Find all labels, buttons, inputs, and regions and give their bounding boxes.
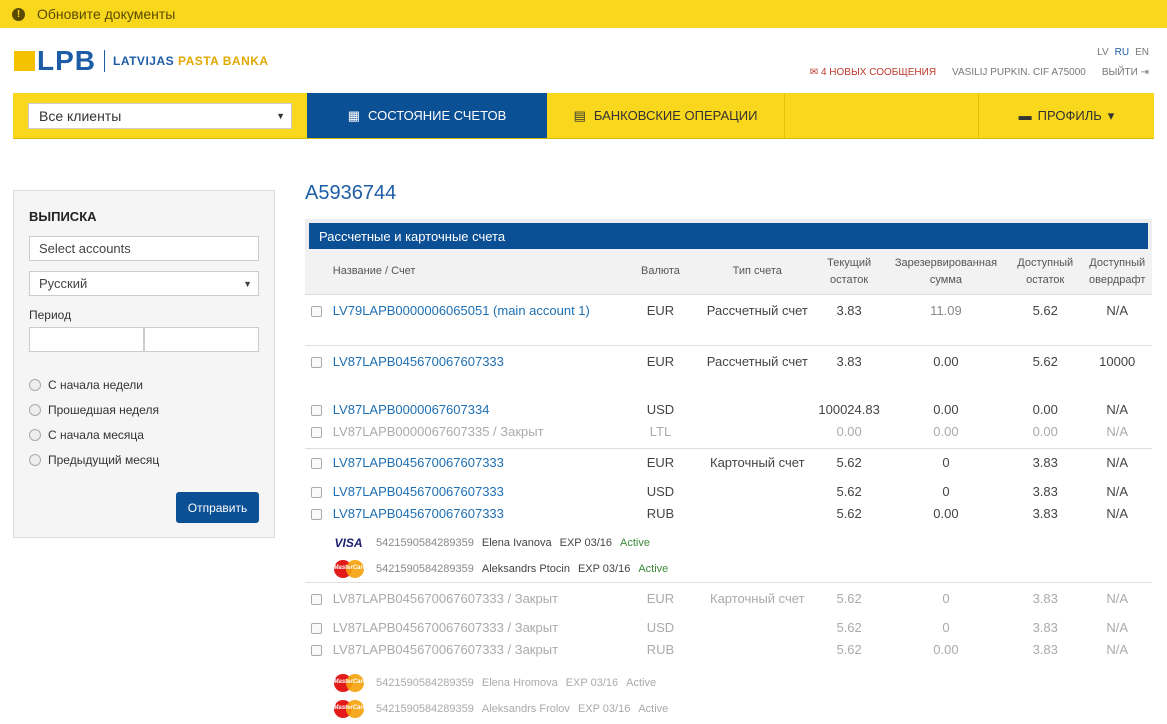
alert-icon: ! xyxy=(12,7,25,21)
card-row: MasterCard 5421590584289359 Aleksandrs Fro… xyxy=(305,696,1152,722)
document-icon: ▤ xyxy=(573,107,586,123)
mastercard-icon: MasterCard xyxy=(333,674,367,692)
account-link[interactable]: LV87LAPB045670067607333 xyxy=(333,482,621,502)
period-radio[interactable]: Предыдущий месяц xyxy=(29,447,259,472)
accounts-select[interactable]: Select accounts xyxy=(29,236,259,261)
row-checkbox[interactable] xyxy=(311,405,322,416)
folder-icon: ▬ xyxy=(1018,108,1032,123)
period-radio[interactable]: Прошедшая неделя xyxy=(29,397,259,422)
grid-icon: ▦ xyxy=(347,107,361,123)
table-row: LV79LAPB0000006065051 (main account 1) EU… xyxy=(305,295,1152,345)
row-checkbox[interactable] xyxy=(311,623,322,634)
card-row: MasterCard 5421590584289359 Elena Hromova E… xyxy=(305,670,1152,696)
account-link[interactable]: LV79LAPB0000006065051 (main account 1) xyxy=(333,301,621,321)
account-link[interactable]: LV87LAPB045670067607333 / Закрыт xyxy=(333,640,621,660)
accounts-table: Рассчетные и карточные счета Название / … xyxy=(305,219,1152,722)
date-from-input[interactable] xyxy=(29,327,144,352)
chevron-down-icon: ▼ xyxy=(276,111,285,121)
date-to-input[interactable] xyxy=(144,327,259,352)
row-checkbox[interactable] xyxy=(311,458,322,469)
notice-bar: ! Обновите документы xyxy=(0,0,1167,28)
logout-icon: ⇥ xyxy=(1140,67,1149,78)
account-link[interactable]: LV87LAPB045670067607333 xyxy=(333,352,621,372)
section-title: Рассчетные и карточные счета xyxy=(305,219,1152,249)
row-checkbox[interactable] xyxy=(311,357,322,368)
table-row: LV87LAPB045670067607333 / Закрыт USD 5.62 0… xyxy=(305,614,1152,640)
client-select[interactable]: Все клиенты ▼ xyxy=(28,103,292,129)
logo-short: LPB xyxy=(37,45,96,76)
bank-logo[interactable]: LPB LATVIJAS PASTA BANKA xyxy=(14,45,269,76)
submit-button[interactable]: Отправить xyxy=(176,492,259,523)
radio-button[interactable] xyxy=(29,428,41,441)
logo-full-name: LATVIJAS PASTA BANKA xyxy=(113,54,269,68)
radio-button[interactable] xyxy=(29,378,41,391)
language-switcher: LV RU EN xyxy=(1097,47,1149,58)
user-bar: ✉ 4 НОВЫХ СООБЩЕНИЯ VASILIJ PUPKIN. CIF … xyxy=(810,67,1149,78)
card-row: VISA 5421590584289359 Elena Ivanova EXP 03/… xyxy=(334,536,650,550)
statement-title: ВЫПИСКА xyxy=(29,209,97,224)
table-row: LV87LAPB045670067607333 USD 5.62 0 3.83 N/A xyxy=(305,478,1152,504)
tab-profile[interactable]: ▬ ПРОФИЛЬ ▾ xyxy=(978,93,1154,138)
account-link[interactable]: LV87LAPB045670067607333 xyxy=(333,453,621,473)
row-checkbox[interactable] xyxy=(311,306,322,317)
user-name: VASILIJ PUPKIN. CIF A75000 xyxy=(952,67,1086,78)
row-checkbox[interactable] xyxy=(311,594,322,605)
account-link[interactable]: LV87LAPB045670067607333 xyxy=(333,504,621,524)
logo-square xyxy=(14,51,35,71)
account-link[interactable]: LV87LAPB0000067607334 xyxy=(333,400,621,420)
mastercard-icon: MasterCard xyxy=(333,700,367,718)
account-id: A5936744 xyxy=(305,182,397,204)
table-row: LV87LAPB045670067607333 / Закрыт RUB 5.62 0… xyxy=(305,640,1152,666)
account-link[interactable]: LV87LAPB0000067607335 / Закрыт xyxy=(333,422,621,442)
table-row: LV87LAPB0000067607335 / Закрыт LTL 0.00 0.0… xyxy=(305,422,1152,448)
row-checkbox[interactable] xyxy=(311,645,322,656)
main-nav: Все клиенты ▼ ▦ СОСТОЯНИЕ СЧЕТОВ ▤ БАНКОВСК… xyxy=(13,93,1154,139)
lang-lv[interactable]: LV xyxy=(1097,47,1109,58)
card-row: MasterCard 5421590584289359 Aleksandrs Pto… xyxy=(305,556,1152,582)
lang-ru[interactable]: RU xyxy=(1115,47,1129,58)
row-checkbox[interactable] xyxy=(311,509,322,520)
messages-link[interactable]: ✉ 4 НОВЫХ СООБЩЕНИЯ xyxy=(810,67,936,78)
account-link[interactable]: LV87LAPB045670067607333 / Закрыт xyxy=(333,589,621,609)
period-radio[interactable]: С начала месяца xyxy=(29,422,259,447)
tab-accounts[interactable]: ▦ СОСТОЯНИЕ СЧЕТОВ xyxy=(307,93,547,138)
visa-icon: VISA xyxy=(334,536,363,550)
row-checkbox[interactable] xyxy=(311,427,322,438)
table-row: LV87LAPB045670067607333 / Закрыт EUR Карто… xyxy=(305,582,1152,614)
table-row: LV87LAPB0000067607334 USD 100024.83 0.00 0.0… xyxy=(305,396,1152,422)
caret-down-icon: ▾ xyxy=(1107,107,1115,123)
statement-panel: ВЫПИСКА Select accounts Русский ▼ Период … xyxy=(13,190,275,538)
lang-en[interactable]: EN xyxy=(1135,47,1149,58)
period-radio[interactable]: С начала недели xyxy=(29,372,259,397)
mastercard-icon: MasterCard xyxy=(333,560,367,578)
tab-operations[interactable]: ▤ БАНКОВСКИЕ ОПЕРАЦИИ xyxy=(547,93,785,138)
radio-button[interactable] xyxy=(29,403,41,416)
language-select[interactable]: Русский ▼ xyxy=(29,271,259,296)
table-header: Название / Счет Валюта Тип счета Текущий… xyxy=(305,249,1152,295)
radio-button[interactable] xyxy=(29,453,41,466)
notice-text: Обновите документы xyxy=(37,6,176,22)
row-checkbox[interactable] xyxy=(311,487,322,498)
chevron-down-icon: ▼ xyxy=(243,278,252,289)
period-label: Период xyxy=(29,308,72,322)
table-row: LV87LAPB045670067607333 EUR Карточный счет… xyxy=(305,448,1152,478)
account-link[interactable]: LV87LAPB045670067607333 / Закрыт xyxy=(333,618,621,638)
table-row: LV87LAPB045670067607333 EUR Рассчетный сче… xyxy=(305,345,1152,396)
logout-link[interactable]: ВЫЙТИ ⇥ xyxy=(1102,67,1149,78)
table-row: LV87LAPB045670067607333 RUB 5.62 0.00 3.83 N/… xyxy=(305,504,1152,530)
